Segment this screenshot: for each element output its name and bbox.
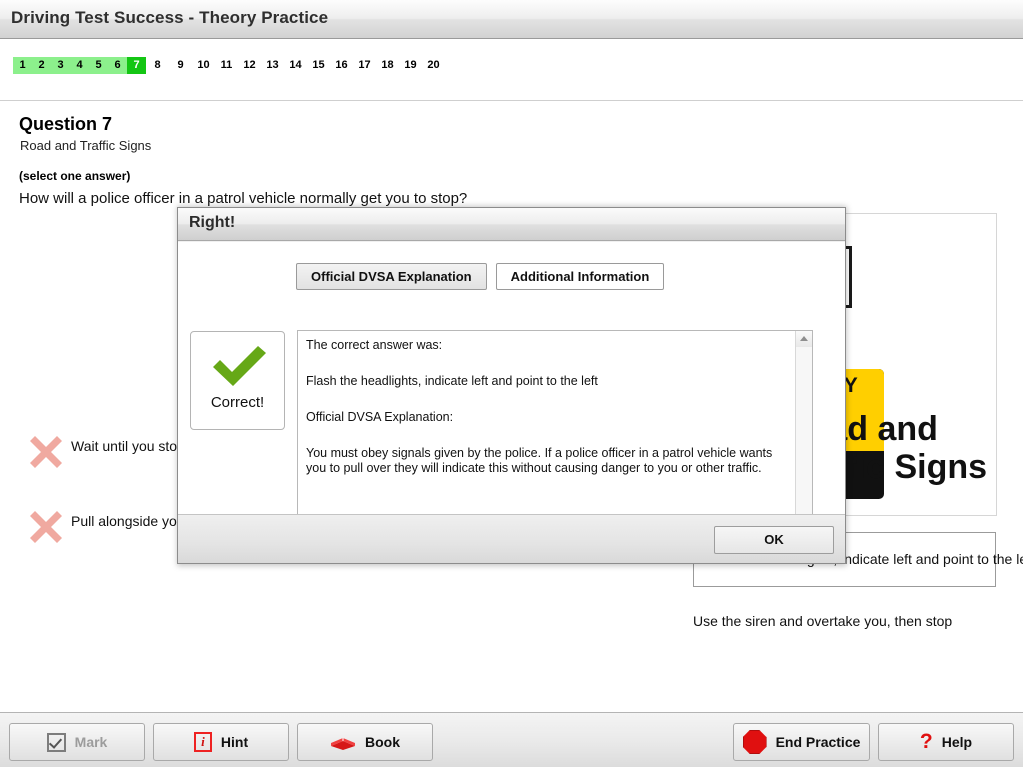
explanation-text: The correct answer was: Flash the headli… — [306, 338, 791, 476]
question-number-13[interactable]: 13 — [261, 57, 284, 74]
scroll-up-icon[interactable] — [796, 331, 812, 347]
cross-icon — [30, 436, 62, 468]
question-number-2[interactable]: 2 — [32, 57, 51, 74]
question-mark-icon: ? — [919, 730, 933, 753]
hint-button[interactable]: i Hint — [153, 723, 289, 761]
question-number-7[interactable]: 7 — [127, 57, 146, 74]
answer-option-4-label: Use the siren and overtake you, then sto… — [693, 613, 953, 629]
help-button-label: Help — [941, 734, 973, 750]
app-window: Driving Test Success - Theory Practice 1… — [0, 0, 1023, 767]
explanation-body: You must obey signals given by the polic… — [306, 446, 773, 475]
question-number-18[interactable]: 18 — [376, 57, 399, 74]
dialog-tabs: Official DVSA Explanation Additional Inf… — [296, 263, 665, 290]
checkbox-icon — [46, 732, 66, 752]
page-title: Question 7 — [19, 114, 113, 134]
explanation-panel: The correct answer was: Flash the headli… — [297, 330, 813, 536]
question-number-15[interactable]: 15 — [307, 57, 330, 74]
explanation-answer: Flash the headlights, indicate left and … — [306, 374, 598, 388]
result-badge-label: Correct! — [210, 394, 265, 411]
book-icon — [330, 734, 356, 751]
question-number-5[interactable]: 5 — [89, 57, 108, 74]
explanation-source-label: Official DVSA Explanation: — [306, 410, 454, 424]
book-button[interactable]: Book — [297, 723, 433, 761]
question-number-20[interactable]: 20 — [422, 57, 445, 74]
question-number-6[interactable]: 6 — [108, 57, 127, 74]
green-check-icon — [213, 346, 266, 386]
cross-icon — [30, 511, 62, 543]
question-progress-strip: 1 2 3 4 5 6 7 8 9 10 11 12 13 14 15 16 17 18 19 20 — [0, 40, 1023, 101]
end-practice-button-label: End Practice — [775, 734, 861, 750]
result-badge: Correct! — [190, 331, 285, 430]
answer-option-2-label: Pull alongside you — [71, 513, 185, 529]
answer-feedback-dialog: Right! Official DVSA Explanation Additio… — [177, 207, 846, 564]
question-number-1[interactable]: 1 — [13, 57, 32, 74]
question-topic: Road and Traffic Signs — [20, 138, 152, 153]
question-number-8[interactable]: 8 — [146, 57, 169, 74]
hint-button-label: Hint — [220, 734, 249, 750]
question-number-list[interactable]: 1 2 3 4 5 6 7 8 9 10 11 12 13 14 15 16 17 18 19 20 — [13, 57, 445, 74]
question-number-17[interactable]: 17 — [353, 57, 376, 74]
bottom-toolbar: Mark i Hint Book End Practice ? Help — [0, 712, 1023, 767]
question-number-3[interactable]: 3 — [51, 57, 70, 74]
dialog-title: Right! — [189, 214, 236, 231]
window-titlebar: Driving Test Success - Theory Practice — [0, 0, 1023, 39]
question-number-14[interactable]: 14 — [284, 57, 307, 74]
dialog-body: Official DVSA Explanation Additional Inf… — [178, 242, 845, 536]
end-practice-button[interactable]: End Practice — [733, 723, 870, 761]
dialog-footer: OK — [178, 514, 845, 563]
help-button[interactable]: ? Help — [878, 723, 1014, 761]
question-number-16[interactable]: 16 — [330, 57, 353, 74]
scrollbar-track[interactable] — [796, 347, 812, 519]
dialog-titlebar: Right! — [178, 208, 845, 241]
question-number-10[interactable]: 10 — [192, 57, 215, 74]
mark-button[interactable]: Mark — [9, 723, 145, 761]
stop-icon — [742, 730, 767, 754]
book-button-label: Book — [365, 734, 400, 750]
question-number-9[interactable]: 9 — [169, 57, 192, 74]
tab-additional-information[interactable]: Additional Information — [495, 263, 665, 290]
select-one-answer-hint: (select one answer) — [19, 169, 131, 183]
explanation-scrollbar[interactable] — [795, 331, 812, 535]
info-icon: i — [193, 732, 212, 752]
ok-button[interactable]: OK — [714, 526, 834, 554]
window-title: Driving Test Success - Theory Practice — [11, 8, 329, 27]
question-number-12[interactable]: 12 — [238, 57, 261, 74]
mark-button-label: Mark — [74, 734, 108, 750]
question-text: How will a police officer in a patrol ve… — [19, 190, 468, 207]
explanation-intro: The correct answer was: — [306, 338, 443, 352]
question-number-4[interactable]: 4 — [70, 57, 89, 74]
question-number-19[interactable]: 19 — [399, 57, 422, 74]
tab-official-dvsa-explanation[interactable]: Official DVSA Explanation — [296, 263, 487, 290]
question-number-11[interactable]: 11 — [215, 57, 238, 74]
